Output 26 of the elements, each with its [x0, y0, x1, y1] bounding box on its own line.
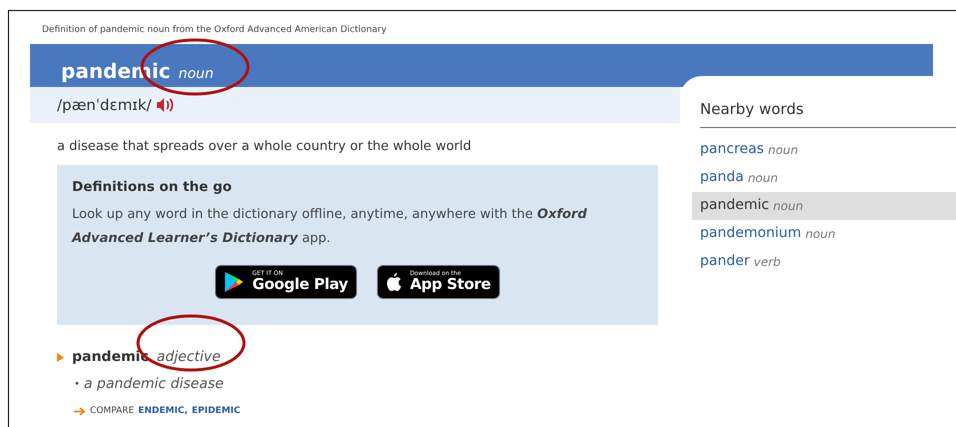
nearby-word[interactable]: pander verb [692, 248, 956, 276]
part-of-speech: noun [178, 67, 214, 81]
bullet: • [74, 378, 80, 392]
compare-label: COMPARE [90, 404, 134, 418]
compare-link[interactable]: EPIDEMIC [192, 404, 240, 418]
badge-store-name: App Store [410, 277, 491, 292]
promo-title: Definitions on the go [72, 178, 233, 196]
play-triangle-icon [224, 270, 244, 293]
promo-text: Look up any word in the dictionary offline, anytime, anywhere with the Oxford Advanced Learner’s Dictionary app. [72, 206, 588, 248]
arrow-icon [74, 406, 86, 416]
sense-part-of-speech: adjective [156, 348, 221, 366]
apple-icon [386, 272, 402, 292]
nearby-word[interactable]: panda noun [692, 164, 956, 192]
nearby-word[interactable]: pandemonium noun [692, 220, 956, 248]
pronunciation: /pænˈdɛmɪk/ [57, 94, 152, 116]
speaker-icon[interactable] [156, 97, 174, 113]
badge-store-name: Google Play [252, 277, 348, 292]
definition: a disease that spreads over a whole country or the whole world [56, 138, 472, 156]
triangle-bullet-icon [57, 352, 64, 362]
source-caption: Definition of pandemic noun from the Oxford Advanced American Dictionary [41, 24, 388, 37]
nearby-word[interactable]: pandemic noun [692, 192, 956, 220]
nearby-title: Nearby words [700, 98, 956, 128]
separator: , [184, 404, 188, 418]
compare-link[interactable]: ENDEMIC [138, 404, 184, 418]
example-sentence: a pandemic disease [84, 374, 224, 394]
nearby-word[interactable]: pancreas noun [692, 136, 956, 164]
